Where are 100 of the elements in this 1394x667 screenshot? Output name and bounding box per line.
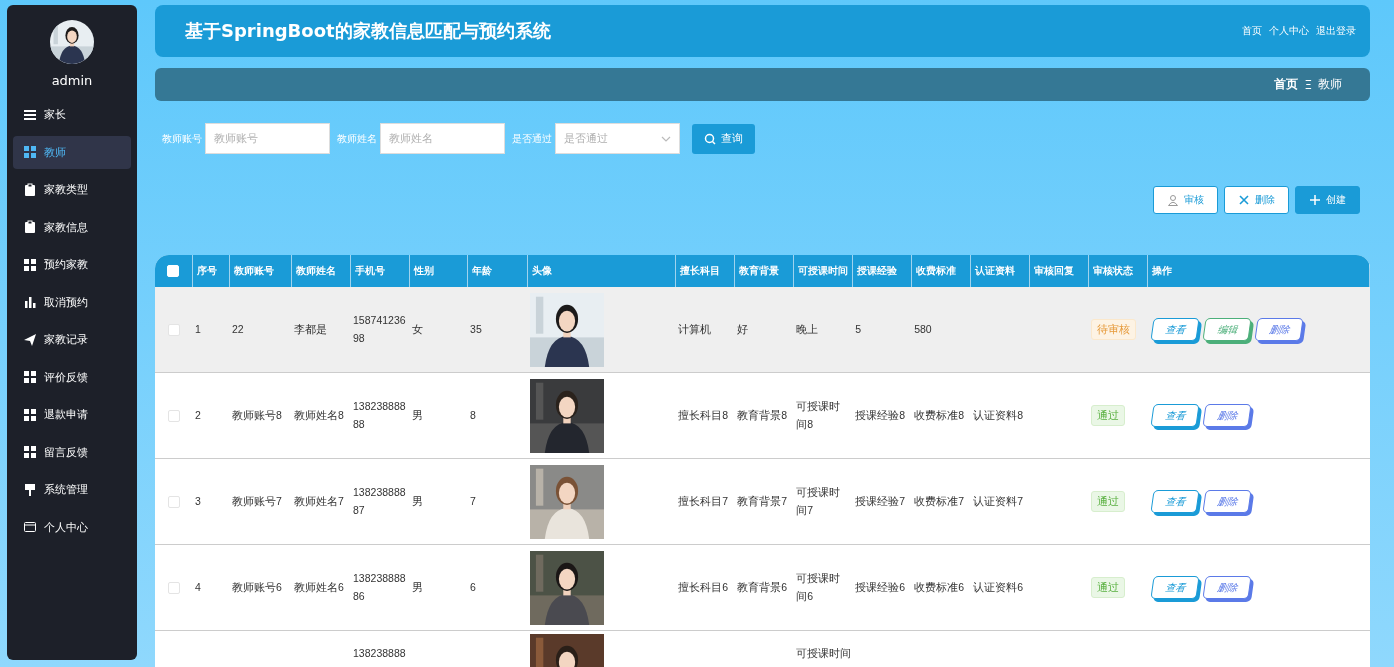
select-field[interactable]: 是否通过	[555, 123, 680, 154]
sidebar-item[interactable]: 系统管理	[13, 473, 131, 507]
table-cell: 教师姓名7	[294, 494, 344, 507]
sidebar-item[interactable]: 个人中心	[13, 510, 131, 544]
column-header: 手机号	[354, 264, 385, 276]
table-cell: 认证资料7	[973, 494, 1024, 507]
delete-button[interactable]: 删除	[1224, 186, 1289, 214]
table-cell: 3	[195, 494, 201, 507]
table-cell: 13823888886	[353, 571, 406, 602]
sidebar-item[interactable]: 家教信息	[13, 210, 131, 244]
table-cell: 授课经验8	[855, 408, 905, 421]
table-cell: 580	[914, 322, 932, 335]
create-button[interactable]: 创建	[1295, 186, 1360, 214]
paper-plane-icon	[23, 332, 37, 347]
clipboard-icon	[23, 182, 37, 197]
table-cell: 教师账号6	[232, 580, 282, 593]
table-cell: 擅长科目8	[678, 408, 728, 421]
row-checkbox[interactable]	[167, 581, 180, 594]
sidebar-item[interactable]: 家长	[13, 98, 131, 132]
sidebar-item[interactable]: 评价反馈	[13, 360, 131, 394]
table-cell: 13823888888	[353, 399, 406, 430]
view-button[interactable]: 查看	[1150, 404, 1200, 427]
column-header: 年龄	[471, 264, 492, 276]
sidebar-item[interactable]: 预约家教	[13, 248, 131, 282]
sidebar-item[interactable]: 留言反馈	[13, 435, 131, 469]
column-header: 头像	[531, 264, 552, 276]
delete-button[interactable]: 删除	[1202, 490, 1252, 513]
table-cell: 计算机	[678, 322, 712, 335]
table-cell: 授课经验7	[855, 494, 905, 507]
header-link[interactable]: 退出登录	[1316, 24, 1356, 38]
table-cell: 可授课时间7	[796, 485, 841, 516]
delete-button[interactable]: 删除	[1202, 404, 1252, 427]
sidebar-item[interactable]: 教师	[13, 135, 131, 169]
grid-icon	[23, 145, 37, 160]
table-cell: 4	[195, 580, 201, 593]
table-cell: 5	[855, 322, 861, 335]
close-icon	[1238, 194, 1250, 206]
column-header: 审核回复	[1033, 264, 1074, 276]
table-cell: 晚上	[796, 322, 819, 335]
table-cell: 22	[232, 322, 244, 335]
table-cell: 收费标准6	[914, 580, 965, 593]
chevron-down-icon	[661, 135, 671, 142]
table-cell: 可授课时间8	[796, 399, 841, 430]
table-cell: 收费标准7	[914, 494, 965, 507]
column-header: 收费标准	[915, 264, 956, 276]
sidebar-item[interactable]: 取消预约	[13, 285, 131, 319]
row-checkbox[interactable]	[167, 495, 180, 508]
card-icon	[23, 520, 37, 535]
view-button[interactable]: 查看	[1150, 490, 1200, 513]
column-header: 教师姓名	[295, 264, 336, 276]
table-cell: 8	[470, 408, 476, 421]
table-cell: 收费标准8	[914, 408, 965, 421]
grid-icon	[23, 370, 37, 385]
audit-button[interactable]: 审核	[1153, 186, 1218, 214]
delete-button[interactable]: 删除	[1202, 576, 1252, 599]
table-cell: 15874123698	[353, 313, 406, 344]
grid-icon	[23, 445, 37, 460]
input-field[interactable]: 教师账号	[205, 123, 330, 154]
app-title: 基于SpringBoot的家教信息匹配与预约系统	[185, 19, 551, 43]
view-button[interactable]: 查看	[1150, 318, 1200, 341]
table-cell: 授课经验6	[855, 580, 905, 593]
header-link[interactable]: 个人中心	[1269, 24, 1309, 38]
breadcrumb-current: 教师	[1318, 76, 1342, 93]
delete-button[interactable]: 删除	[1254, 318, 1304, 341]
table-cell: 男	[412, 408, 424, 421]
pin-icon	[23, 482, 37, 497]
status-badge: 待审核	[1091, 318, 1137, 341]
table-cell: 教师账号7	[232, 494, 282, 507]
user-name: admin	[51, 73, 93, 88]
bar-chart-icon	[23, 295, 37, 310]
sidebar-item[interactable]: 家教记录	[13, 323, 131, 357]
breadcrumb-home[interactable]: 首页	[1274, 76, 1299, 93]
plus-icon	[1309, 194, 1321, 206]
row-checkbox[interactable]	[167, 409, 180, 422]
table-cell: 擅长科目6	[678, 580, 728, 593]
sidebar-item[interactable]: 家教类型	[13, 173, 131, 207]
table-cell: 35	[470, 322, 482, 335]
table-cell: 教育背景7	[737, 494, 787, 507]
input-field[interactable]: 教师姓名	[380, 123, 505, 154]
table-cell: 可授课时间6	[796, 571, 841, 602]
breadcrumb-separator: Ξ	[1304, 77, 1312, 92]
grid-icon	[23, 257, 37, 272]
table-cell: 1	[195, 322, 201, 335]
table-cell: 教育背景6	[737, 580, 787, 593]
sidebar-item[interactable]: 退款申请	[13, 398, 131, 432]
column-header: 教师账号	[233, 264, 274, 276]
header-link[interactable]: 首页	[1242, 24, 1262, 38]
table-cell: 女	[412, 322, 424, 335]
edit-button[interactable]: 编辑	[1202, 318, 1252, 341]
column-header: 教育背景	[738, 264, 779, 276]
table-cell: 教育背景8	[737, 408, 787, 421]
table-cell: 认证资料8	[973, 408, 1024, 421]
row-checkbox[interactable]	[167, 323, 180, 336]
table-cell: 教师姓名6	[294, 580, 344, 593]
select-all-checkbox[interactable]	[167, 265, 180, 278]
status-badge: 通过	[1091, 490, 1126, 513]
search-button[interactable]: 查询	[692, 123, 755, 154]
field-label: 是否通过	[512, 131, 552, 146]
list-icon	[23, 107, 37, 122]
view-button[interactable]: 查看	[1150, 576, 1200, 599]
